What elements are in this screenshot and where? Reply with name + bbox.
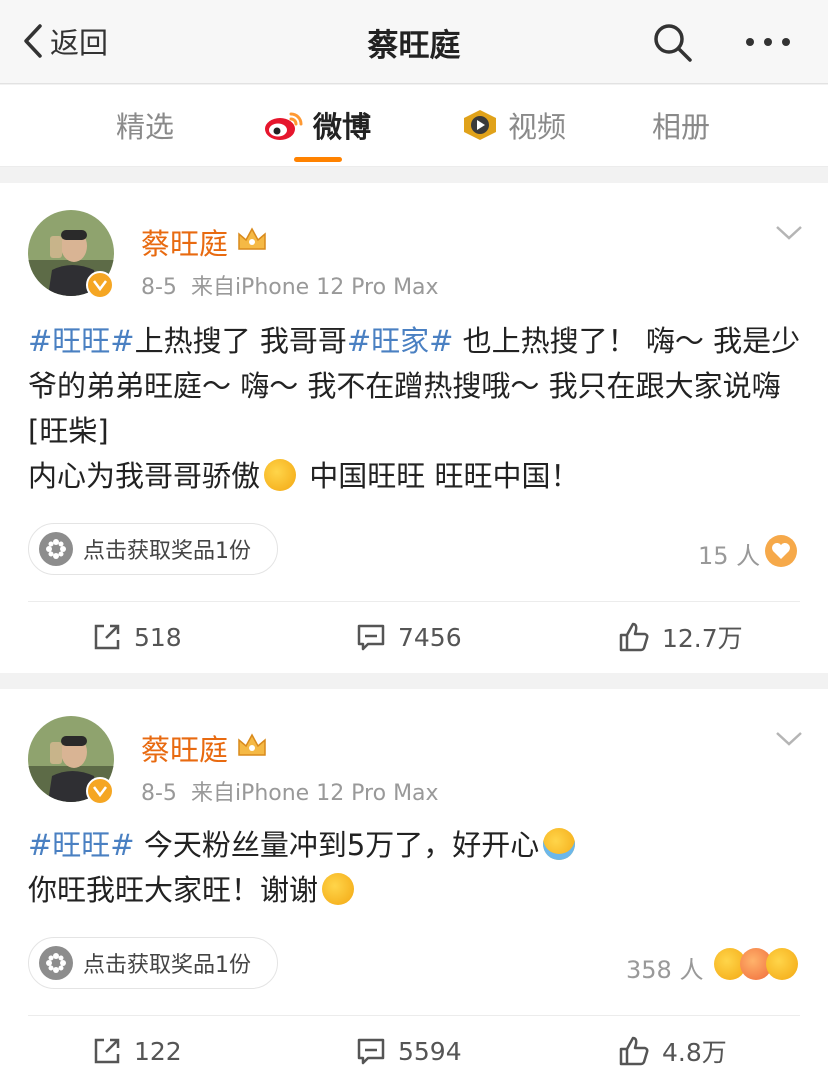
post-card[interactable]: 蔡旺庭 8-5 来自iPhone 12 Pro Max #旺旺#上热搜了 我哥哥#… (0, 183, 828, 673)
participant-count: 15 人 (698, 542, 761, 570)
tab-label: 视频 (508, 110, 567, 144)
search-icon[interactable] (650, 20, 694, 64)
like-count: 4.8万 (662, 1038, 727, 1067)
prize-button[interactable]: 点击获取奖品1份 (28, 937, 278, 989)
hashtag-link[interactable]: #旺旺# (28, 324, 135, 358)
like-button[interactable]: 12.7万 (618, 617, 743, 657)
reaction-emoji-group[interactable] (714, 947, 800, 981)
post-text-segment: 内心为我哥哥骄傲 (28, 459, 261, 493)
tab-album[interactable]: 相册 (652, 105, 710, 145)
post-date: 8-5 (141, 275, 177, 300)
repost-count: 518 (134, 622, 182, 652)
comment-icon (357, 1038, 385, 1065)
profile-tabs: 精选 微博 视频 相册 (0, 85, 828, 167)
repost-icon (94, 624, 120, 650)
crown-icon (238, 733, 266, 756)
comment-button[interactable]: 5594 (356, 1031, 462, 1071)
weibo-logo-icon (265, 112, 303, 140)
post-text: #旺旺# 今天粉丝量冲到5万了，好开心 你旺我旺大家旺！谢谢 (28, 823, 808, 913)
post-username[interactable]: 蔡旺庭 (141, 727, 228, 769)
repost-icon (94, 1038, 120, 1064)
post-text: #旺旺#上热搜了 我哥哥#旺家# 也上热搜了！ 嗨～ 我是少爷的弟弟旺庭～ 嗨～… (28, 319, 808, 499)
crying-emoji-icon (543, 828, 576, 860)
like-count: 12.7万 (662, 624, 743, 653)
post-text-segment: 你旺我旺大家旺！谢谢 (28, 873, 319, 907)
crown-icon (238, 227, 266, 250)
reward-heart-icon[interactable] (764, 534, 798, 568)
top-nav-bar: 返回 蔡旺庭 (0, 0, 828, 84)
comment-button[interactable]: 7456 (356, 617, 462, 657)
repost-button[interactable]: 518 (92, 617, 182, 657)
verified-badge-icon (86, 271, 114, 299)
post-text-segment: 上热搜了 我哥哥 (134, 324, 347, 358)
verified-badge-icon (86, 777, 114, 805)
video-play-icon (464, 110, 496, 140)
hashtag-link[interactable]: #旺家# (347, 324, 454, 358)
prize-button[interactable]: 点击获取奖品1份 (28, 523, 278, 575)
tab-featured[interactable]: 精选 (116, 105, 174, 145)
post-date: 8-5 (141, 781, 177, 806)
post-source: 来自iPhone 12 Pro Max (190, 275, 439, 300)
flower-icon (39, 946, 73, 980)
participant-count: 358 人 (626, 956, 704, 984)
post-meta: 8-5 来自iPhone 12 Pro Max (141, 775, 439, 807)
page-title: 蔡旺庭 (367, 28, 461, 64)
tab-label: 微博 (313, 110, 372, 144)
divider (28, 601, 800, 602)
divider (28, 1015, 800, 1016)
active-tab-indicator (294, 157, 342, 162)
comment-count: 5594 (398, 1036, 462, 1066)
post-text-segment: 中国旺旺 旺旺中国！ (300, 459, 580, 493)
chevron-down-icon[interactable] (773, 223, 805, 243)
flower-icon (39, 532, 73, 566)
prize-label: 点击获取奖品1份 (83, 953, 251, 978)
prize-label: 点击获取奖品1份 (83, 539, 251, 564)
hashtag-link[interactable]: #旺旺# (28, 828, 135, 862)
more-options-icon[interactable] (742, 24, 794, 60)
proud-emoji-icon (264, 459, 297, 491)
shy-emoji-icon (322, 873, 355, 905)
like-button[interactable]: 4.8万 (618, 1031, 727, 1071)
post-username[interactable]: 蔡旺庭 (141, 221, 228, 263)
tab-video[interactable]: 视频 (460, 105, 566, 145)
thumbs-up-icon (619, 622, 649, 652)
shocked-emoji-icon (766, 948, 798, 980)
comment-icon (357, 624, 385, 651)
post-card[interactable]: 蔡旺庭 8-5 来自iPhone 12 Pro Max #旺旺# 今天粉丝量冲到5… (0, 689, 828, 1090)
thumbs-up-icon (619, 1036, 649, 1066)
repost-count: 122 (134, 1036, 182, 1066)
post-meta: 8-5 来自iPhone 12 Pro Max (141, 269, 439, 301)
repost-button[interactable]: 122 (92, 1031, 182, 1071)
post-text-segment: 今天粉丝量冲到5万了，好开心 (134, 828, 540, 862)
tab-label: 相册 (652, 110, 711, 144)
tab-weibo[interactable]: 微博 (263, 105, 371, 145)
chevron-down-icon[interactable] (773, 729, 805, 749)
post-source: 来自iPhone 12 Pro Max (190, 781, 439, 806)
tab-label: 精选 (116, 110, 175, 144)
comment-count: 7456 (398, 622, 462, 652)
